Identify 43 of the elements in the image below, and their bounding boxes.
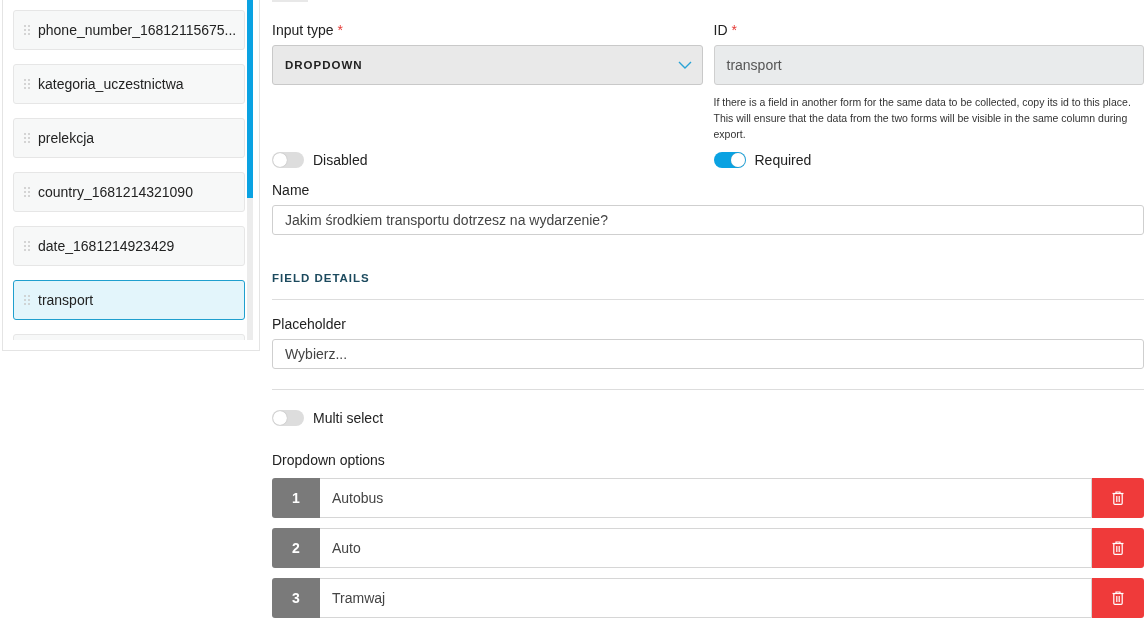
trash-icon bbox=[1112, 491, 1124, 505]
option-number: 1 bbox=[272, 478, 320, 518]
delete-button[interactable] bbox=[1092, 578, 1144, 618]
drag-handle-icon[interactable] bbox=[24, 241, 30, 251]
field-label: ID * bbox=[713, 22, 738, 39]
drag-handle-icon[interactable] bbox=[24, 79, 30, 89]
chevron-down-icon bbox=[677, 61, 692, 70]
toggle-switch[interactable] bbox=[272, 410, 304, 426]
field-label: Name bbox=[272, 182, 311, 199]
sidebar-item[interactable]: prelekcja bbox=[13, 118, 245, 158]
delete-button[interactable] bbox=[1092, 528, 1144, 568]
sidebar-item[interactable]: transport bbox=[13, 280, 245, 320]
toggle-switch[interactable] bbox=[272, 152, 304, 169]
trash-icon bbox=[1112, 591, 1124, 605]
field-label: Placeholder bbox=[272, 316, 347, 333]
placeholder-field[interactable]: Wybierz... bbox=[272, 339, 1144, 369]
drag-handle-icon[interactable] bbox=[24, 25, 30, 35]
sidebar-item[interactable]: country_1681214321090 bbox=[13, 172, 245, 212]
sidebar-item[interactable]: kategoria_uczestnictwa bbox=[13, 64, 245, 104]
option-number: 3 bbox=[272, 578, 320, 618]
section-title: FIELD DETAILS bbox=[272, 272, 371, 285]
name-field[interactable]: Jakim środkiem transportu dotrzesz na wydarzenie? bbox=[272, 205, 1144, 236]
toggle-label: Disabled bbox=[313, 152, 368, 169]
toggle-switch[interactable] bbox=[713, 152, 746, 169]
toggle-label: Multi select bbox=[313, 410, 384, 426]
option-field[interactable]: Tramwaj bbox=[320, 578, 1092, 618]
sidebar-item[interactable]: phone_number_16812115675... bbox=[13, 10, 245, 50]
delete-button[interactable] bbox=[1092, 478, 1144, 518]
option-field[interactable]: Autobus bbox=[320, 478, 1092, 518]
scrollbar[interactable] bbox=[247, 0, 253, 340]
input-type-select[interactable]: DROPDOWN bbox=[272, 45, 703, 86]
trash-icon bbox=[1112, 541, 1124, 555]
help-text: If there is a field in another form for the same data to be collected, copy its id to this place. This will ensure that the data from the two forms will be visible in the same column during export. bbox=[713, 95, 1132, 143]
id-field[interactable]: transport bbox=[713, 45, 1144, 86]
option-field[interactable]: Auto bbox=[320, 528, 1092, 568]
option-number: 2 bbox=[272, 528, 320, 568]
sidebar-item[interactable]: date_1681214923429 bbox=[13, 226, 245, 266]
toggle-label: Required bbox=[754, 152, 812, 169]
drag-handle-icon[interactable] bbox=[24, 187, 30, 197]
field-label: Input type * bbox=[272, 22, 344, 39]
drag-handle-icon[interactable] bbox=[24, 133, 30, 143]
drag-handle-icon[interactable] bbox=[24, 295, 30, 305]
field-label: Dropdown options bbox=[272, 452, 386, 468]
